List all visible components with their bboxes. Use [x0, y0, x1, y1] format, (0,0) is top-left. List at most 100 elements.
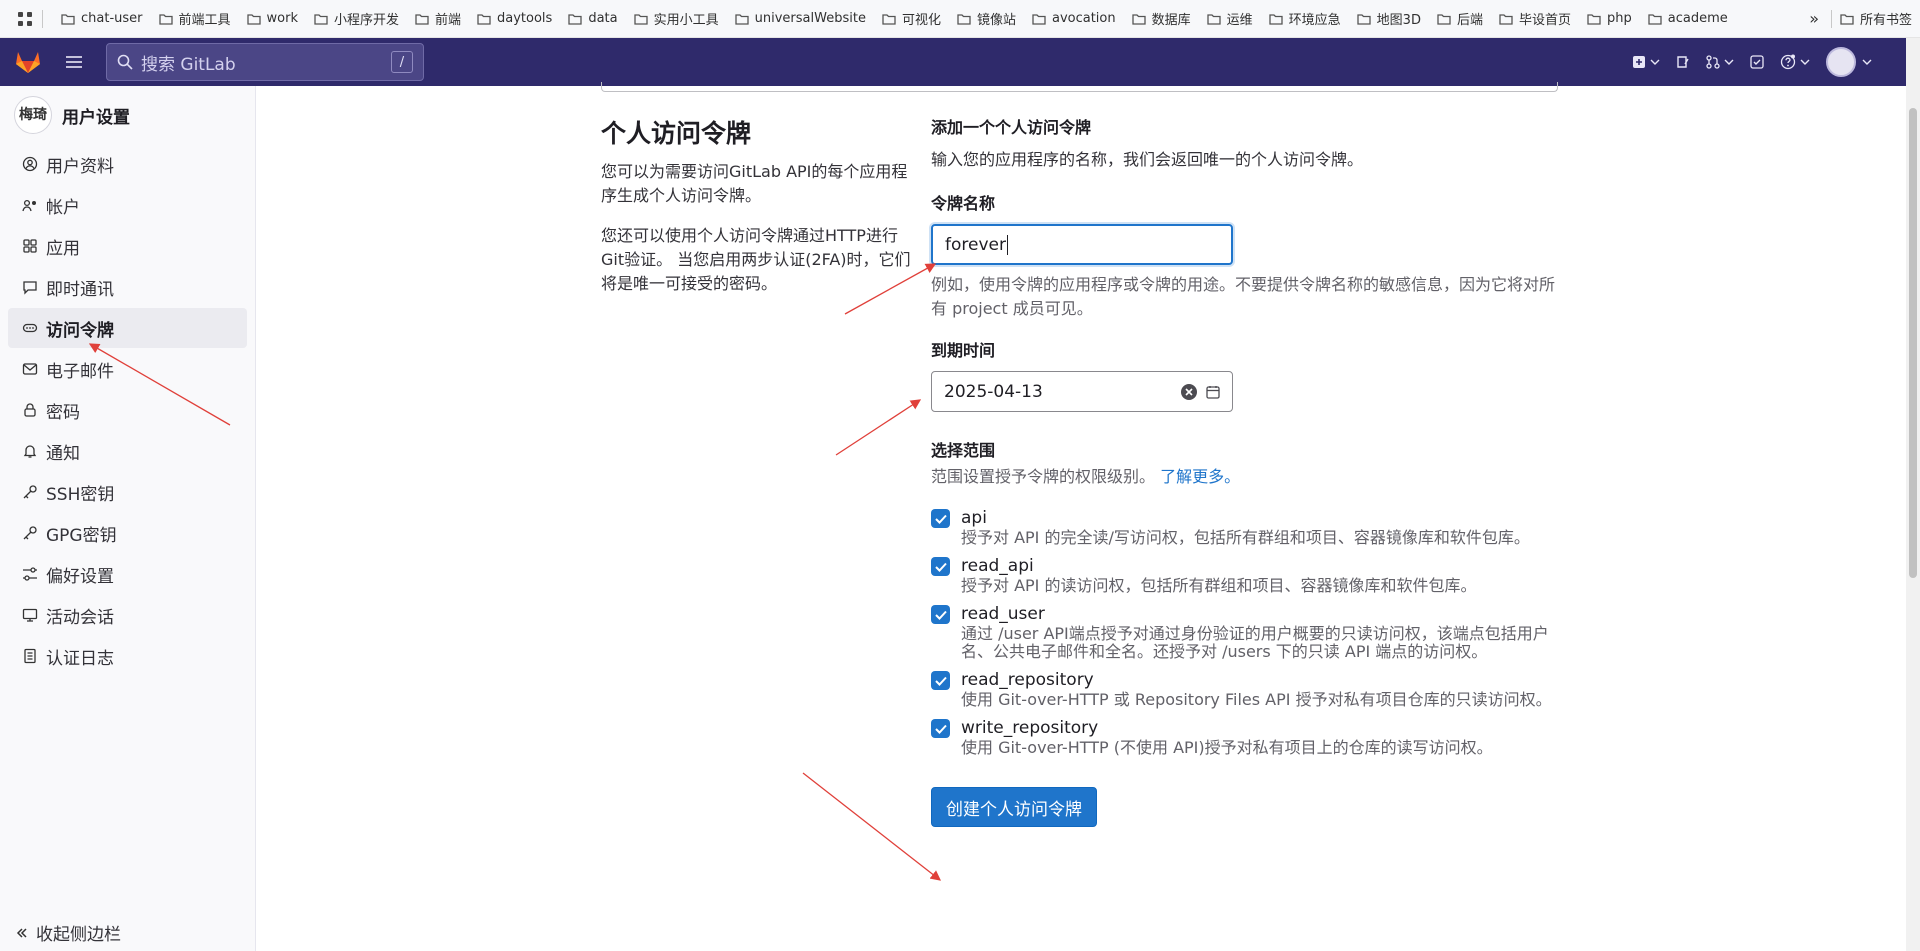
page-scrollbar[interactable] — [1906, 38, 1920, 951]
plus-square-icon — [1633, 56, 1645, 68]
check-icon — [934, 562, 947, 572]
sidebar-item-1[interactable]: 用户资料 — [8, 144, 247, 184]
double-chevron-left-icon — [16, 927, 27, 938]
bookmarks-bar: chat-user 前端工具 work 小程序开发 前端 daytools data 实用小工… — [0, 0, 1920, 38]
bookmark-item[interactable]: 可视化 — [874, 0, 949, 38]
user-menu-button[interactable] — [1818, 38, 1880, 86]
applications-icon — [23, 239, 37, 253]
search-shortcut: / — [391, 51, 413, 73]
sidebar-item-13[interactable]: 认证日志 — [8, 636, 247, 676]
scope-name: read_api — [961, 556, 1034, 576]
check-icon — [934, 676, 947, 686]
bookmark-item[interactable]: 运维 — [1199, 0, 1261, 38]
page-title: 个人访问令牌 — [601, 119, 752, 148]
avatar[interactable]: 梅琦 — [14, 96, 52, 134]
bookmark-item[interactable]: php — [1579, 0, 1640, 38]
scrollbar-thumb[interactable] — [1909, 108, 1917, 578]
bookmark-item[interactable]: 前端 — [407, 0, 469, 38]
bookmark-item[interactable]: avocation — [1024, 0, 1124, 38]
bookmark-item[interactable]: 环境应急 — [1261, 0, 1349, 38]
bookmark-item[interactable]: 后端 — [1429, 0, 1491, 38]
scope-checkbox[interactable] — [931, 557, 950, 576]
bookmark-item[interactable]: 镜像站 — [949, 0, 1024, 38]
bookmark-label: 可视化 — [901, 13, 941, 28]
scope-name: read_user — [961, 604, 1045, 624]
sidebar-item-3[interactable]: 应用 — [8, 226, 247, 266]
text-caret — [1006, 234, 1008, 255]
check-icon — [934, 610, 947, 620]
sidebar-item-12[interactable]: 活动会话 — [8, 595, 247, 635]
clear-icon[interactable] — [1180, 383, 1198, 401]
account-icon — [22, 199, 36, 212]
bookmark-label: 数据库 — [1151, 13, 1191, 28]
sidebar-nav: 用户资料 帐户 应用 即时通讯 访问令牌 电子邮件密码通知 SSH密钥 GPG密钥 偏好设置 活动… — [0, 144, 255, 676]
bookmark-item[interactable]: chat-user — [53, 0, 151, 38]
bookmark-label: 前端 — [435, 13, 462, 28]
merge-request-icon — [1706, 55, 1720, 69]
issues-button[interactable] — [1668, 38, 1698, 86]
sidebar-header: 梅琦 用户设置 — [0, 86, 255, 144]
folder-icon — [1437, 13, 1451, 25]
log-icon — [24, 648, 36, 664]
sidebar-item-4[interactable]: 即时通讯 — [8, 267, 247, 307]
bookmark-item[interactable]: 实用小工具 — [626, 0, 727, 38]
token-name-field[interactable]: forever — [931, 224, 1233, 265]
sidebar-item-6[interactable]: 电子邮件 — [8, 349, 247, 389]
bookmark-item[interactable]: 前端工具 — [151, 0, 239, 38]
bookmark-item[interactable]: 地图3D — [1349, 0, 1429, 38]
learn-more-link[interactable]: 了解更多。 — [1160, 467, 1240, 486]
new-item-button[interactable] — [1624, 38, 1668, 86]
expiry-date-field[interactable]: 2025-04-13 — [931, 371, 1233, 412]
bookmark-label: 毕设首页 — [1518, 13, 1571, 28]
token-form: 添加一个个人访问令牌 输入您的应用程序的名称，我们会返回唯一的个人访问令牌。 令… — [931, 114, 1561, 827]
sidebar-item-8[interactable]: 通知 — [8, 431, 247, 471]
all-bookmarks-button[interactable]: 所有书签 — [1830, 9, 1920, 28]
bookmark-item[interactable]: 数据库 — [1124, 0, 1199, 38]
scope-checkbox[interactable] — [931, 719, 950, 738]
all-bookmarks-label: 所有书签 — [1859, 13, 1912, 28]
bookmark-item[interactable]: 毕设首页 — [1491, 0, 1579, 38]
scope-help: 使用 Git-over-HTTP 或 Repository Files API … — [961, 690, 1552, 709]
collapse-sidebar-button[interactable]: 收起侧边栏 — [16, 920, 121, 945]
sidebar-item-7[interactable]: 密码 — [8, 390, 247, 430]
profile-icon — [22, 156, 38, 172]
more-bookmarks-icon[interactable]: » — [1797, 9, 1831, 28]
sidebar-item-9[interactable]: SSH密钥 — [8, 472, 247, 512]
chevron-down-icon — [1862, 59, 1872, 65]
todos-button[interactable] — [1742, 38, 1772, 86]
key-icon — [23, 485, 37, 499]
calendar-icon[interactable] — [1206, 385, 1220, 399]
search-placeholder: 搜索 GitLab — [141, 54, 236, 75]
folder-icon — [1357, 13, 1371, 25]
menu-icon[interactable] — [56, 38, 92, 86]
apps-grid-icon[interactable] — [12, 0, 38, 38]
bookmark-item[interactable]: academe — [1640, 0, 1736, 38]
create-token-button[interactable]: 创建个人访问令牌 — [931, 787, 1097, 827]
lock-icon — [24, 403, 36, 417]
search-input[interactable]: 搜索 GitLab / — [106, 43, 424, 81]
scope-checkbox[interactable] — [931, 509, 950, 528]
check-icon — [934, 724, 947, 734]
bookmark-item[interactable]: data — [560, 0, 625, 38]
sidebar-title: 用户设置 — [62, 107, 130, 128]
sidebar-item-11[interactable]: 偏好设置 — [8, 554, 247, 594]
bookmark-item[interactable]: universalWebsite — [727, 0, 874, 38]
token-icon — [22, 323, 38, 333]
merge-requests-button[interactable] — [1698, 38, 1742, 86]
gitlab-logo[interactable] — [0, 38, 56, 86]
sidebar-item-5[interactable]: 访问令牌 — [8, 308, 247, 348]
help-button[interactable] — [1772, 38, 1818, 86]
key-icon — [23, 526, 37, 540]
sidebar-item-10[interactable]: GPG密钥 — [8, 513, 247, 553]
bookmark-item[interactable]: daytools — [469, 0, 560, 38]
sidebar-item-2[interactable]: 帐户 — [8, 185, 247, 225]
scope-checkbox[interactable] — [931, 671, 950, 690]
scope-checkbox[interactable] — [931, 605, 950, 624]
sidebar-item-label: 通知 — [46, 443, 80, 464]
intro-paragraph-1: 您可以为需要访问GitLab API的每个应用程序生成个人访问令牌。 — [601, 162, 908, 205]
sidebar-item-label: 密码 — [46, 402, 80, 423]
bookmark-label: 地图3D — [1376, 13, 1421, 28]
bookmark-item[interactable]: work — [239, 0, 306, 38]
folder-icon — [1648, 13, 1662, 25]
bookmark-item[interactable]: 小程序开发 — [306, 0, 407, 38]
